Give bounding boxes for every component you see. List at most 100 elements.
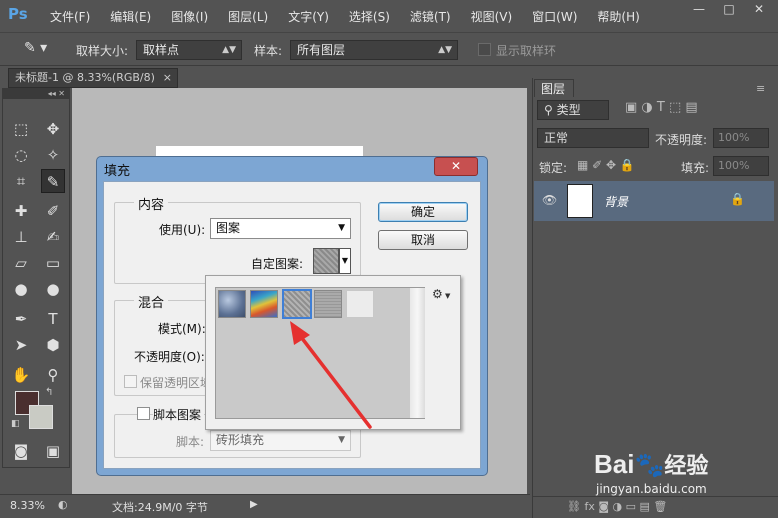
menu-type[interactable]: 文字(Y) [288,8,329,25]
preserve-transparency-checkbox[interactable] [124,375,137,388]
swap-colors-icon[interactable]: ↰ [45,387,53,398]
marquee-tool-icon[interactable]: ⬚ [9,117,33,141]
fill-input[interactable]: 100% [713,156,769,176]
brush-tool-icon[interactable]: ✐ [41,199,65,223]
toolbox-header[interactable]: ◂◂ ✕ [3,89,69,99]
layer-kind-filter[interactable]: ⚲ 类型 [537,100,609,120]
status-info-icon[interactable]: ◐ [58,498,68,511]
cancel-button[interactable]: 取消 [378,230,468,250]
zoom-tool-icon[interactable]: ⚲ [41,363,65,387]
dialog-title: 填充 [104,164,131,179]
menu-window[interactable]: 窗口(W) [532,8,577,25]
fill-label: 填充: [681,161,710,175]
pen-tool-icon[interactable]: ✒ [9,307,33,331]
crop-tool-icon[interactable]: ⌗ [9,169,33,193]
preserve-transparency-label: 保留透明区域 [140,376,213,390]
default-colors-icon[interactable]: ◧ [11,419,20,429]
dodge-tool-icon[interactable]: ● [41,277,65,301]
document-tab[interactable]: 未标题-1 @ 8.33%(RGB/8) × [8,68,178,88]
show-ring-checkbox[interactable] [478,43,491,56]
move-tool-icon[interactable]: ✥ [41,117,65,141]
ok-button[interactable]: 确定 [378,202,468,222]
layer-lock-icon: 🔒 [730,192,745,206]
visibility-eye-icon[interactable]: 👁 [542,193,557,207]
layers-panel-footer[interactable]: ⛓ fx ◙ ◑ ▭ ▤ 🗑 [533,496,778,518]
gear-menu-arrow-icon[interactable]: ▼ [445,292,450,300]
custom-pattern-swatch[interactable] [313,248,339,274]
layer-kind-value: 类型 [556,103,581,117]
minimize-button[interactable]: — [686,0,712,18]
shape-tool-icon[interactable]: ⬢ [41,333,65,357]
pattern-picker-gear-icon[interactable]: ⚙ [432,287,443,301]
document-info: 文档:24.9M/0 字节 [112,501,208,514]
close-window-button[interactable]: ✕ [746,0,772,18]
opacity-input[interactable]: 100% [713,128,769,148]
script-value: 砖形填充 [216,433,265,447]
magic-wand-tool-icon[interactable]: ✧ [41,143,65,167]
tab-layers[interactable]: 图层 [534,79,574,97]
pattern-grid-scrollbar[interactable] [410,288,425,418]
hand-tool-icon[interactable]: ✋ [9,363,33,387]
status-menu-arrow-icon[interactable]: ▶ [250,499,258,510]
options-bar: ✎ ▾ 取样大小: 取样点 ▲▼ 样本: 所有图层 ▲▼ 显示取样环 [0,32,778,66]
show-ring-label: 显示取样环 [496,44,557,58]
close-tab-icon[interactable]: × [163,69,172,87]
menu-help[interactable]: 帮助(H) [597,8,639,25]
quick-mask-icon[interactable]: ◙ [9,439,33,463]
sample-value: 所有图层 [297,43,346,57]
opacity-label: 不透明度(O): [134,350,205,364]
layer-filter-icons[interactable]: ▣ ◑ T ⬚ ▤ [625,100,698,115]
menu-filter[interactable]: 滤镜(T) [410,8,451,25]
layer-thumbnail [567,184,593,218]
blend-mode-value: 正常 [544,131,569,145]
script-label: 脚本: [176,435,205,449]
pattern-swatch-light-texture[interactable] [346,290,374,318]
blend-mode-select[interactable]: 正常 [537,128,649,148]
eyedropper-tool-preset-icon[interactable]: ✎ ▾ [24,40,58,60]
healing-brush-tool-icon[interactable]: ✚ [9,199,33,223]
pattern-swatch-tie-dye[interactable] [250,290,278,318]
clone-stamp-tool-icon[interactable]: ⊥ [9,225,33,249]
script-pattern-checkbox[interactable] [137,407,150,420]
eraser-tool-icon[interactable]: ▱ [9,251,33,275]
toolbox: ◂◂ ✕ ⬚ ✥ ◌ ✧ ⌗ ✎ ✚ ✐ ⊥ ✍ ▱ ▭ ● ● ✒ T ➤ ⬢… [2,88,70,468]
eyedropper-tool-icon[interactable]: ✎ [41,169,65,193]
zoom-level[interactable]: 8.33% [10,499,45,512]
menu-view[interactable]: 视图(V) [471,8,513,25]
screen-mode-icon[interactable]: ▣ [41,439,65,463]
history-brush-tool-icon[interactable]: ✍ [41,225,65,249]
maximize-button[interactable]: □ [716,0,742,18]
chevron-updown-icon: ▲▼ [438,45,452,55]
document-tab-title: 未标题-1 @ 8.33%(RGB/8) [15,71,155,84]
menu-file[interactable]: 文件(F) [50,8,90,25]
chevron-updown-icon: ▲▼ [222,45,236,55]
lock-label: 锁定: [539,161,568,175]
blur-tool-icon[interactable]: ● [9,277,33,301]
menu-bar: Ps 文件(F) 编辑(E) 图像(I) 图层(L) 文字(Y) 选择(S) 滤… [0,0,778,32]
mode-label: 模式(M): [158,322,206,336]
script-pattern-label: 脚本图案 [153,406,205,423]
pattern-swatch-gray-texture[interactable] [314,290,342,318]
baidu-url: jingyan.baidu.com [596,482,707,496]
lock-icons[interactable]: ▦ ✐ ✥ 🔒 [577,158,635,172]
gradient-tool-icon[interactable]: ▭ [41,251,65,275]
layer-name[interactable]: 背景 [604,193,628,210]
background-color-swatch[interactable] [29,405,53,429]
menu-image[interactable]: 图像(I) [171,8,208,25]
menu-layer[interactable]: 图层(L) [228,8,268,25]
blend-group-label: 混合 [134,292,169,311]
menu-select[interactable]: 选择(S) [349,8,390,25]
chevron-down-icon: ▼ [338,223,345,233]
sample-select[interactable]: 所有图层 ▲▼ [290,40,458,60]
path-selection-tool-icon[interactable]: ➤ [9,333,33,357]
custom-pattern-label: 自定图案: [251,257,304,271]
panel-menu-icon[interactable]: ≡ [756,82,765,95]
pattern-dropdown-arrow-icon[interactable]: ▼ [339,248,351,274]
sample-size-select[interactable]: 取样点 ▲▼ [136,40,242,60]
menu-edit[interactable]: 编辑(E) [110,8,151,25]
use-select[interactable]: 图案 ▼ [210,218,351,239]
lasso-tool-icon[interactable]: ◌ [9,143,33,167]
dialog-close-button[interactable]: ✕ [434,157,478,176]
pattern-swatch-bubbles[interactable] [218,290,246,318]
type-tool-icon[interactable]: T [41,307,65,331]
